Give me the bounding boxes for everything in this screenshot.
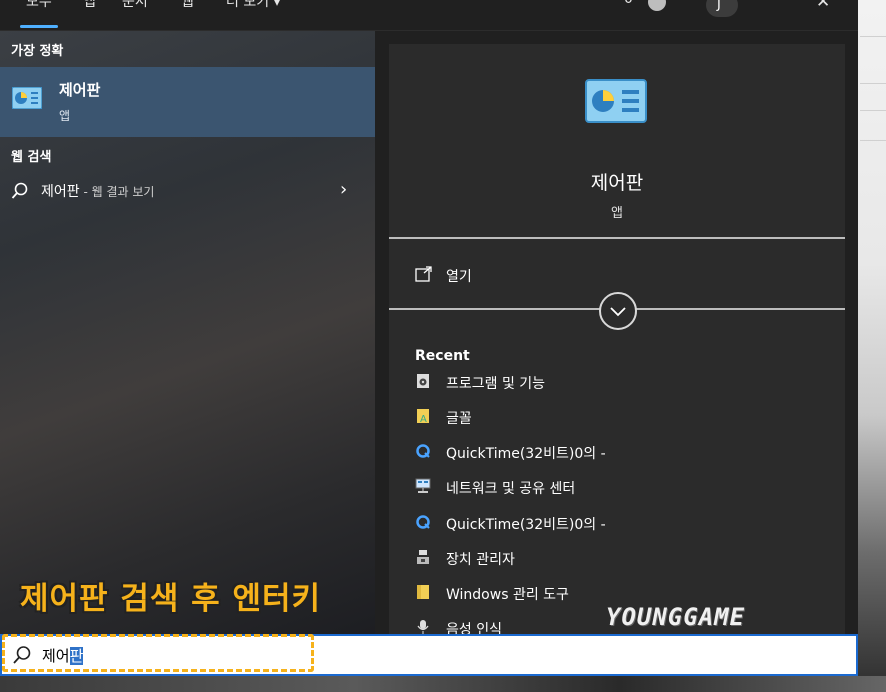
open-action[interactable]: 열기	[415, 260, 835, 288]
web-search-query: 제어판 - 웹 결과 보기	[41, 181, 154, 201]
search-icon	[11, 182, 29, 204]
web-search-heading: 웹 검색	[11, 150, 52, 165]
chevron-down-icon	[610, 302, 626, 321]
tab-apps[interactable]: 앱	[83, 0, 96, 11]
preview-pane: 제어판 앱 열기 Recent 프로그램 및 기능 A 글꼴 QuickTime…	[375, 31, 858, 638]
tab-more[interactable]: 더 보기 ▾	[226, 0, 281, 11]
divider	[389, 237, 845, 239]
recent-item[interactable]: QuickTime(32비트)0의 -	[415, 511, 835, 537]
recent-item-label: QuickTime(32비트)0의 -	[446, 446, 606, 462]
web-search-query-text: 제어판	[41, 184, 80, 200]
open-label: 열기	[446, 269, 472, 285]
more-options-icon[interactable]: ···	[768, 0, 781, 7]
control-panel-icon	[11, 86, 43, 113]
preview-card: 제어판 앱 열기 Recent 프로그램 및 기능 A 글꼴 QuickTime…	[389, 44, 845, 638]
tab-all[interactable]: 모두	[20, 0, 58, 28]
best-match-subtitle: 앱	[59, 109, 71, 123]
recent-item[interactable]: A 글꼴	[415, 405, 835, 431]
rewards-points: 0	[624, 0, 633, 7]
instruction-caption: 제어판 검색 후 엔터키	[20, 581, 322, 617]
recent-heading: Recent	[415, 348, 470, 364]
preview-subtitle: 앱	[611, 206, 623, 221]
quicktime-icon	[415, 442, 431, 460]
chevron-down-icon: ▾	[273, 0, 281, 10]
tab-documents[interactable]: 문서	[122, 0, 148, 11]
best-match-heading: 가장 정확	[11, 44, 64, 59]
recent-item[interactable]: 장치 관리자	[415, 546, 835, 572]
programs-icon	[415, 372, 431, 390]
svg-text:A: A	[420, 414, 427, 424]
search-tab-bar: 모두 앱 문서 웹 더 보기 ▾ 0 J ··· ✕	[0, 0, 858, 31]
recent-item[interactable]: 네트워크 및 공유 센터	[415, 475, 835, 501]
taskbar-edge	[0, 676, 886, 692]
recent-item-label: QuickTime(32비트)0의 -	[446, 517, 606, 533]
chevron-right-icon[interactable]: ›	[340, 179, 347, 200]
control-panel-large-icon	[585, 79, 647, 127]
highlight-box	[2, 634, 314, 672]
avatar-initial: J	[717, 0, 721, 12]
preview-title: 제어판	[590, 172, 644, 194]
tab-web[interactable]: 웹	[181, 0, 194, 11]
recent-item[interactable]: QuickTime(32비트)0의 -	[415, 440, 835, 466]
admin-tools-icon	[415, 583, 431, 601]
fonts-icon: A	[415, 407, 431, 425]
best-match-title: 제어판	[59, 81, 101, 99]
recent-item-label: 프로그램 및 기능	[446, 376, 546, 392]
results-pane: 가장 정확 제어판 앱 웹 검색 제어판 - 웹 결과 보기 ›	[0, 31, 375, 634]
best-match-item[interactable]: 제어판 앱	[0, 67, 375, 137]
recent-item-label: 글꼴	[446, 411, 472, 427]
web-search-suffix: - 웹 결과 보기	[79, 185, 155, 199]
recent-item[interactable]: 프로그램 및 기능	[415, 370, 835, 396]
expand-button[interactable]	[599, 292, 637, 330]
network-icon	[415, 477, 431, 495]
device-manager-icon	[415, 548, 431, 566]
desktop-background	[858, 0, 886, 692]
rewards-icon[interactable]	[648, 0, 666, 11]
open-icon	[415, 266, 433, 286]
channel-watermark: YOUNGGAME	[606, 603, 746, 631]
avatar[interactable]: J	[706, 0, 738, 17]
tab-more-label: 더 보기	[226, 0, 270, 10]
quicktime-icon	[415, 513, 431, 531]
close-icon[interactable]: ✕	[816, 0, 830, 12]
recent-item-label: 장치 관리자	[446, 552, 515, 568]
recent-item-label: 네트워크 및 공유 센터	[446, 481, 576, 497]
recent-item-label: Windows 관리 도구	[446, 587, 569, 603]
web-search-result[interactable]: 제어판 - 웹 결과 보기 ›	[0, 171, 375, 211]
